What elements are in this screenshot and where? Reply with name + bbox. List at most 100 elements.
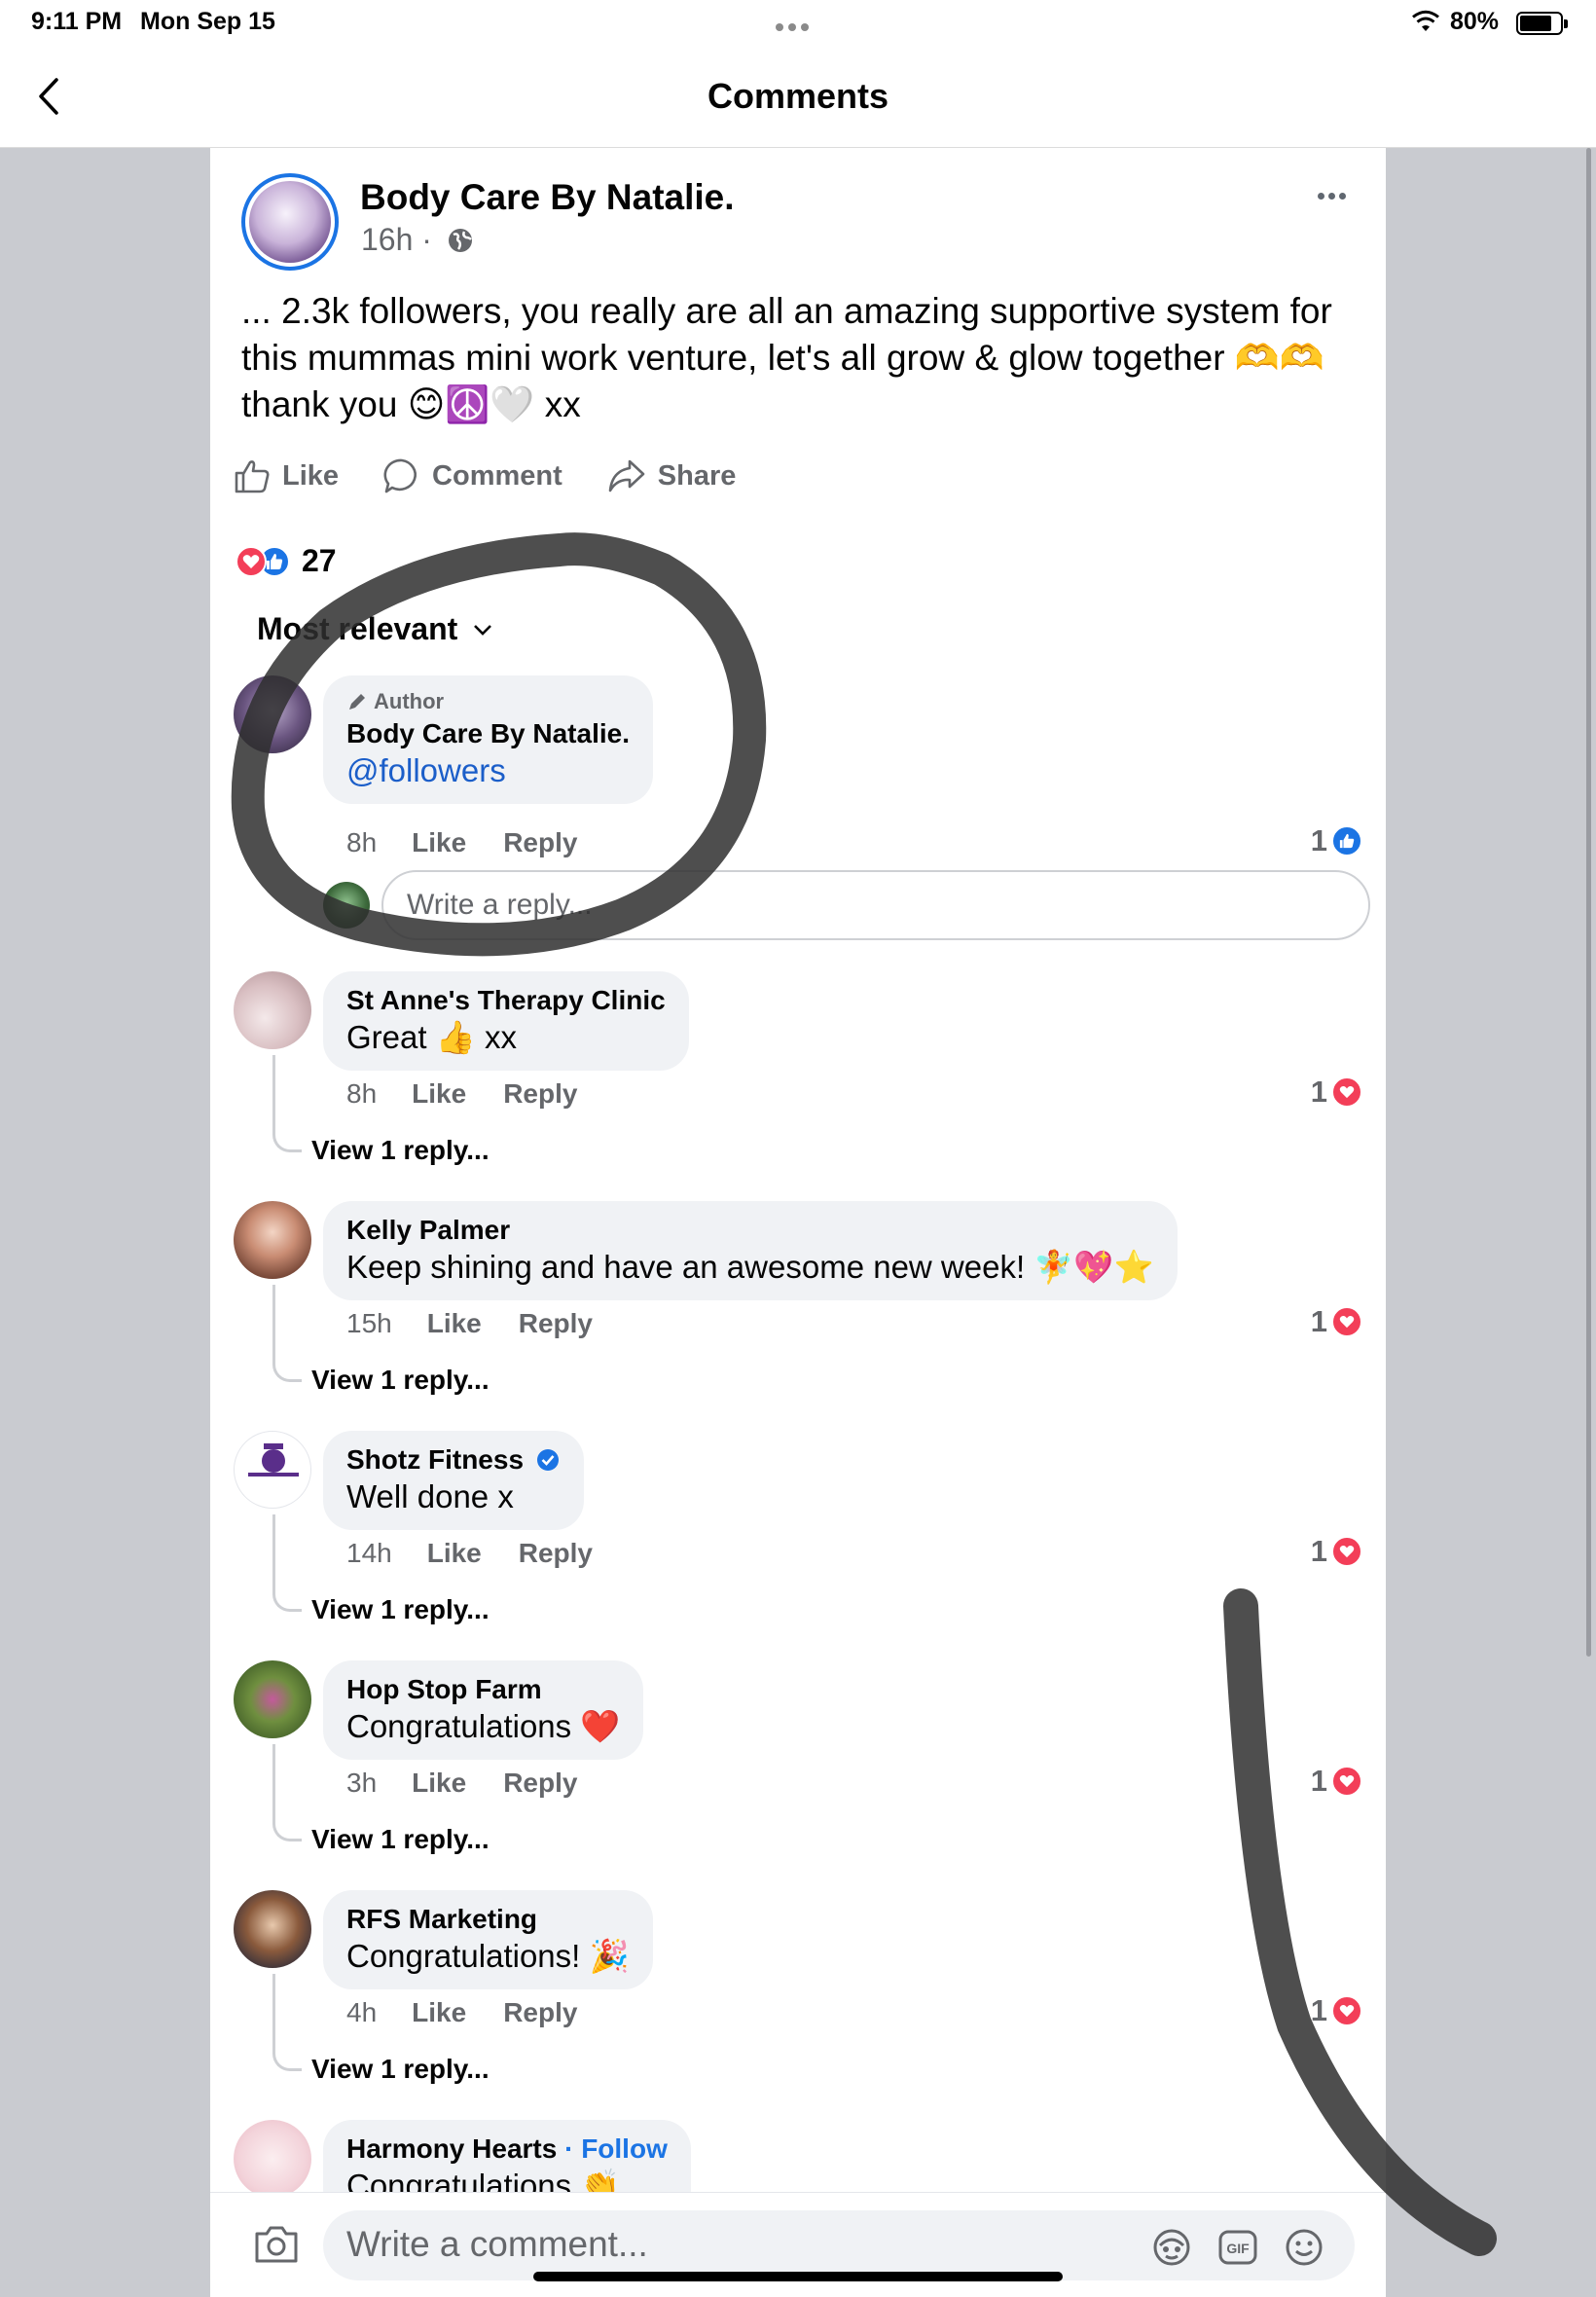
reaction-summary[interactable]: 27 [236, 543, 337, 579]
comment-reaction-count: 1 [1310, 1764, 1327, 1798]
commenter-name[interactable]: Kelly Palmer [346, 1213, 1154, 1248]
comment-bubble[interactable]: Shotz Fitness Well done x [323, 1431, 584, 1530]
thumbs-up-icon [235, 460, 270, 493]
comment-bubble[interactable]: RFS Marketing Congratulations! 🎉 [323, 1890, 653, 1989]
view-replies-link[interactable]: View 1 reply... [311, 1365, 490, 1396]
thread-line [272, 1055, 302, 1152]
commenter-name-text[interactable]: Harmony Hearts [346, 2133, 557, 2164]
comment-time[interactable]: 15h [346, 1308, 392, 1339]
comment-reactions[interactable]: 1 [1311, 1764, 1362, 1799]
comment-input[interactable]: Write a comment... GIF [323, 2210, 1355, 2280]
comment-meta: 3h Like Reply [346, 1768, 614, 1799]
heart-reaction-icon [236, 545, 267, 577]
camera-icon[interactable] [253, 2222, 300, 2265]
comment-reply-button[interactable]: Reply [519, 1538, 593, 1569]
post-actions: Like Comment Share [234, 452, 780, 500]
comment-like-button[interactable]: Like [412, 1768, 466, 1799]
comment-reaction-count: 1 [1310, 823, 1327, 857]
comment-meta: 8h Like Reply [346, 827, 614, 858]
comment-reply-button[interactable]: Reply [503, 1997, 577, 2028]
emoji-icon[interactable] [1283, 2226, 1325, 2269]
comment-reply-button[interactable]: Reply [503, 1078, 577, 1110]
sort-dropdown[interactable]: Most relevant [257, 611, 492, 647]
comment-like-button[interactable]: Like [412, 1078, 466, 1110]
comment-bubble[interactable]: Kelly Palmer Keep shining and have an aw… [323, 1201, 1178, 1300]
view-replies-link[interactable]: View 1 reply... [311, 1824, 490, 1855]
commenter-avatar[interactable] [234, 1201, 311, 1279]
comment-reactions[interactable]: 1 [1311, 1075, 1362, 1110]
reply-box: Write a reply... [323, 870, 1370, 940]
gif-icon[interactable]: GIF [1216, 2226, 1259, 2269]
comment-bubble[interactable]: Author Body Care By Natalie. @followers [323, 675, 653, 804]
page-avatar[interactable] [241, 173, 339, 271]
reply-input[interactable]: Write a reply... [381, 870, 1370, 940]
comment-input-placeholder: Write a comment... [346, 2224, 648, 2264]
page-name[interactable]: Body Care By Natalie. [360, 177, 735, 218]
commenter-avatar[interactable] [234, 2120, 311, 2198]
share-button[interactable]: Share [607, 458, 736, 493]
thread-line [272, 1744, 302, 1841]
commenter-name: Harmony Hearts · Follow [346, 2132, 668, 2167]
commenter-name-text[interactable]: Shotz Fitness [346, 1444, 524, 1475]
comment-reply-button[interactable]: Reply [503, 827, 577, 858]
comment-time[interactable]: 8h [346, 1078, 377, 1110]
thread-line [272, 1974, 302, 2071]
comment-item: Author Body Care By Natalie. @followers … [234, 675, 1362, 857]
verified-badge-icon [536, 1449, 559, 1471]
comment-reactions[interactable]: 1 [1311, 1534, 1362, 1569]
comment-reactions[interactable]: 1 [1311, 1304, 1362, 1339]
post-time[interactable]: 16h · [361, 222, 432, 258]
commenter-avatar[interactable] [234, 1890, 311, 1968]
avatar-sticker-icon[interactable] [1150, 2226, 1193, 2269]
heart-reaction-icon [1331, 1766, 1362, 1797]
comment-button[interactable]: Comment [383, 457, 562, 494]
comment-item: Kelly Palmer Keep shining and have an aw… [234, 1201, 1362, 1395]
like-label: Like [282, 459, 340, 492]
commenter-avatar[interactable] [234, 971, 311, 1049]
comment-time[interactable]: 8h [346, 827, 377, 858]
commenter-avatar[interactable] [234, 1431, 311, 1509]
comment-bubble[interactable]: St Anne's Therapy Clinic Great 👍 xx [323, 971, 689, 1071]
comment-reactions[interactable]: 1 [1311, 823, 1362, 858]
comment-reply-button[interactable]: Reply [503, 1768, 577, 1799]
comment-reactions[interactable]: 1 [1311, 1993, 1362, 2028]
comment-like-button[interactable]: Like [427, 1538, 482, 1569]
comment-time[interactable]: 3h [346, 1768, 377, 1799]
comment-like-button[interactable]: Like [412, 1997, 466, 2028]
comment-bubble[interactable]: Hop Stop Farm Congratulations ❤️ [323, 1660, 644, 1760]
commenter-name[interactable]: St Anne's Therapy Clinic [346, 983, 666, 1018]
comment-reply-button[interactable]: Reply [519, 1308, 593, 1339]
commenter-name[interactable]: Shotz Fitness [346, 1442, 561, 1477]
commenter-name[interactable]: Body Care By Natalie. [346, 716, 630, 751]
view-replies-link[interactable]: View 1 reply... [311, 1135, 490, 1166]
heart-reaction-icon [1331, 1076, 1362, 1108]
comment-label: Comment [432, 459, 562, 492]
current-user-avatar [323, 882, 370, 929]
commenter-avatar[interactable] [234, 675, 311, 753]
follow-link[interactable]: · Follow [564, 2133, 668, 2164]
mention-link[interactable]: @followers [346, 751, 630, 790]
svg-text:GIF: GIF [1226, 2241, 1250, 2256]
commenter-avatar[interactable] [234, 1660, 311, 1738]
like-button[interactable]: Like [234, 458, 339, 493]
status-bar: 9:11 PM Mon Sep 15 80% [0, 0, 1596, 47]
commenter-name[interactable]: Hop Stop Farm [346, 1672, 620, 1707]
more-options-icon[interactable] [1318, 187, 1353, 201]
home-indicator[interactable] [533, 2272, 1063, 2281]
multitasking-dots-icon[interactable] [776, 18, 818, 31]
comment-text: Well done x [346, 1478, 514, 1514]
comment-meta: 15h Like Reply [346, 1308, 630, 1339]
comment-item: RFS Marketing Congratulations! 🎉 4h Like… [234, 1890, 1362, 2084]
comment-meta: 4h Like Reply [346, 1997, 614, 2028]
comment-like-button[interactable]: Like [412, 827, 466, 858]
comment-time[interactable]: 14h [346, 1538, 392, 1569]
sort-label: Most relevant [257, 611, 458, 646]
battery-percent: 80% [1450, 8, 1500, 35]
comment-like-button[interactable]: Like [427, 1308, 482, 1339]
side-margin-right [1386, 148, 1596, 2297]
comment-time[interactable]: 4h [346, 1997, 377, 2028]
scrollbar[interactable] [1586, 148, 1591, 1657]
view-replies-link[interactable]: View 1 reply... [311, 2054, 490, 2085]
view-replies-link[interactable]: View 1 reply... [311, 1594, 490, 1625]
commenter-name[interactable]: RFS Marketing [346, 1902, 630, 1937]
